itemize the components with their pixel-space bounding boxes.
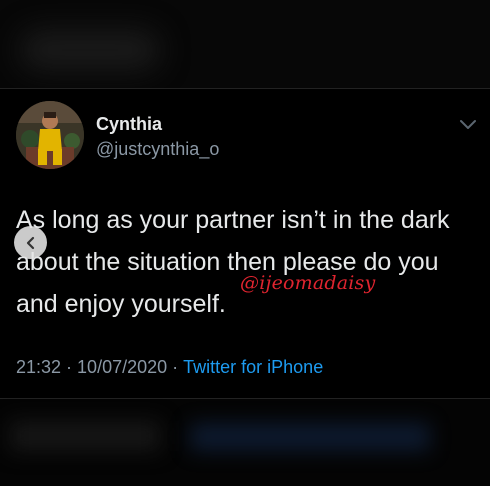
blurred-previous-tweet: [0, 0, 490, 88]
display-name[interactable]: Cynthia: [96, 114, 162, 135]
chevron-down-icon[interactable]: [458, 117, 478, 131]
tweet-text: As long as your partner isn’t in the dar…: [16, 206, 450, 318]
avatar[interactable]: [16, 101, 84, 169]
tweet-source-link[interactable]: Twitter for iPhone: [183, 357, 323, 377]
tweet-metadata: 21:32 · 10/07/2020 · Twitter for iPhone: [16, 357, 323, 378]
avatar-image: [16, 101, 84, 169]
chevron-left-icon: [26, 236, 34, 249]
user-handle[interactable]: @justcynthia_o: [96, 139, 219, 160]
meta-separator: ·: [66, 357, 73, 377]
meta-separator: ·: [172, 357, 179, 377]
blurred-content: [10, 421, 160, 451]
tweet-time[interactable]: 21:32: [16, 357, 61, 377]
blurred-tweet-actions: [0, 399, 490, 486]
tweet-date[interactable]: 10/07/2020: [77, 357, 167, 377]
blurred-content: [20, 30, 160, 70]
blurred-content: [190, 423, 430, 451]
watermark-text: @ijeomadaisy: [240, 272, 376, 294]
screenshot-frame: Cynthia @justcynthia_o As long as your p…: [0, 0, 490, 486]
previous-slide-button[interactable]: [14, 226, 47, 259]
